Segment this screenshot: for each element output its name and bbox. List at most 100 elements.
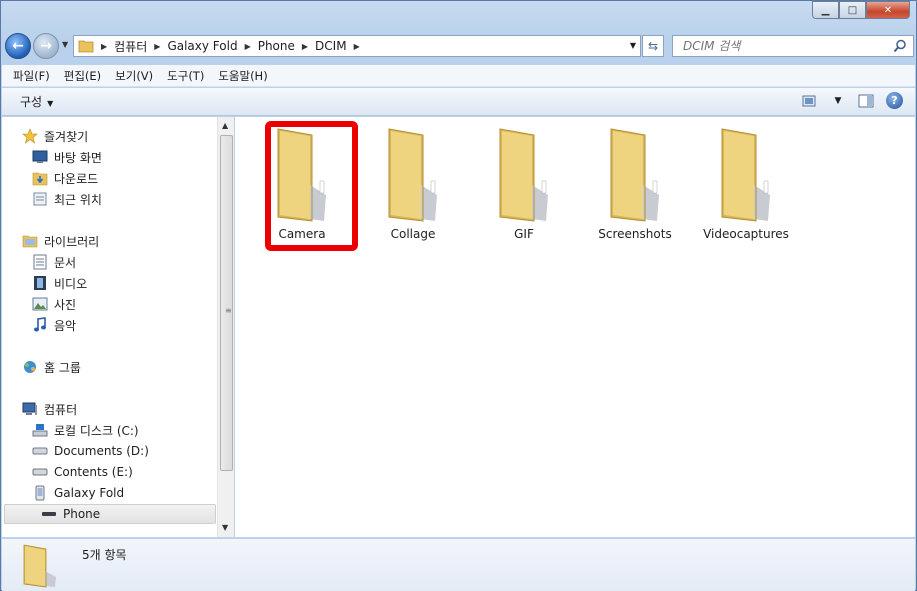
scroll-down-icon[interactable]: ▼ [222, 523, 228, 532]
preview-pane-icon[interactable] [858, 93, 874, 109]
forward-button[interactable]: → [33, 33, 59, 59]
sidebar-homegroup[interactable]: 홈 그룹 [22, 357, 81, 377]
refresh-icon: ⇆ [647, 39, 659, 53]
folder-icon [610, 128, 659, 222]
explorer-window: ▁ □ ✕ ← → ▼ ▶ 컴퓨터 ▶ Galaxy Fold ▶ Phone … [0, 0, 917, 591]
search-input[interactable] [681, 38, 881, 54]
sidebar-item-label: 사진 [54, 297, 77, 312]
address-bar[interactable]: ▶ 컴퓨터 ▶ Galaxy Fold ▶ Phone ▶ DCIM ▶ ▼ [73, 35, 641, 57]
menu-edit[interactable]: 편집(E) [57, 68, 108, 84]
search-icon[interactable] [893, 39, 907, 53]
sidebar-item-label: 다운로드 [54, 171, 99, 186]
sidebar-libraries-label: 라이브러리 [44, 234, 100, 249]
file-list[interactable]: Camera Collage GIF Screenshots Videocapt… [235, 117, 915, 537]
menu-bar: 파일(F) 편집(E) 보기(V) 도구(T) 도움말(H) [2, 65, 915, 87]
breadcrumb-separator[interactable]: ▶ [354, 42, 360, 51]
sidebar-item-label: 바탕 화면 [54, 150, 102, 165]
sidebar-item-label: 로컬 디스크 (C:) [54, 423, 139, 438]
drive-icon [32, 443, 48, 459]
sidebar-item-local-disk-c[interactable]: 로컬 디스크 (C:) [32, 420, 139, 440]
search-box[interactable] [672, 35, 914, 57]
folder-label: GIF [514, 227, 534, 241]
organize-label: 구성 [20, 95, 43, 109]
refresh-button[interactable]: ⇆ [642, 35, 664, 57]
sidebar-favorites-label: 즐겨찾기 [44, 129, 89, 144]
folder-icon [78, 40, 94, 53]
breadcrumb-computer[interactable]: 컴퓨터 [114, 38, 147, 55]
storage-icon [41, 506, 57, 522]
sidebar-item-phone[interactable]: Phone [4, 504, 216, 524]
libraries-icon [22, 233, 38, 249]
folder-label: Videocaptures [703, 227, 789, 241]
menu-view[interactable]: 보기(V) [108, 68, 160, 84]
sidebar-item-label: 비디오 [54, 276, 88, 291]
mobile-device-icon [32, 485, 48, 501]
breadcrumb-separator[interactable]: ▶ [154, 42, 160, 51]
scrollbar-thumb[interactable]: ≡ [220, 135, 233, 471]
breadcrumb-separator[interactable]: ▶ [245, 42, 251, 51]
window-controls: ▁ □ ✕ [812, 1, 910, 19]
downloads-folder-icon [32, 170, 48, 186]
sidebar-homegroup-label: 홈 그룹 [44, 360, 81, 375]
sidebar-item-contents-e[interactable]: Contents (E:) [32, 462, 133, 482]
folder-videocaptures[interactable]: Videocaptures [696, 123, 796, 243]
folder-icon [721, 128, 770, 222]
sidebar-item-downloads[interactable]: 다운로드 [32, 168, 98, 188]
change-view-icon[interactable] [802, 93, 818, 109]
computer-icon [22, 401, 38, 417]
picture-icon [32, 296, 48, 312]
navigation-bar: ← → ▼ ▶ 컴퓨터 ▶ Galaxy Fold ▶ Phone ▶ DCIM… [5, 31, 914, 61]
sidebar-item-videos[interactable]: 비디오 [32, 273, 87, 293]
breadcrumb-separator[interactable]: ▶ [302, 42, 308, 51]
organize-button[interactable]: 구성 ▼ [20, 93, 53, 110]
maximize-button[interactable]: □ [839, 1, 866, 19]
sidebar-item-label: 문서 [54, 255, 77, 270]
folder-icon [23, 544, 56, 588]
document-icon [32, 254, 48, 270]
sidebar-item-documents-d[interactable]: Documents (D:) [32, 441, 149, 461]
sidebar-libraries[interactable]: 라이브러리 [22, 231, 99, 251]
sidebar-computer[interactable]: 컴퓨터 [22, 399, 77, 419]
scroll-up-icon[interactable]: ▲ [222, 121, 228, 130]
star-icon [22, 128, 38, 144]
command-toolbar: 구성 ▼ ▼ ? [2, 88, 915, 116]
folder-icon [388, 128, 437, 222]
help-icon[interactable]: ? [886, 92, 903, 109]
sidebar-favorites[interactable]: 즐겨찾기 [22, 126, 88, 146]
breadcrumb-separator[interactable]: ▶ [101, 42, 107, 51]
breadcrumb-dcim[interactable]: DCIM [315, 39, 347, 53]
sidebar-item-documents[interactable]: 문서 [32, 252, 76, 272]
sidebar-item-recent-places[interactable]: 최근 위치 [32, 189, 102, 209]
address-dropdown-icon[interactable]: ▼ [630, 41, 636, 50]
sidebar-item-label: Phone [63, 507, 101, 521]
folder-label: Camera [278, 227, 326, 241]
film-icon [32, 275, 48, 291]
menu-help[interactable]: 도움말(H) [211, 68, 274, 84]
breadcrumb-galaxy-fold[interactable]: Galaxy Fold [167, 39, 237, 53]
folder-gif[interactable]: GIF [474, 123, 574, 243]
sidebar-item-label: Documents (D:) [54, 444, 149, 458]
back-button[interactable]: ← [5, 33, 31, 59]
recent-pages-dropdown-icon[interactable]: ▼ [62, 40, 68, 49]
folder-camera[interactable]: Camera [252, 121, 358, 251]
sidebar-item-pictures[interactable]: 사진 [32, 294, 76, 314]
folder-icon [499, 128, 548, 222]
folder-screenshots[interactable]: Screenshots [585, 123, 685, 243]
homegroup-icon [22, 359, 38, 375]
sidebar-scrollbar[interactable]: ▲ ≡ ▼ [217, 117, 234, 537]
close-button[interactable]: ✕ [866, 1, 910, 19]
folder-collage[interactable]: Collage [363, 123, 463, 243]
sidebar-item-galaxy-fold[interactable]: Galaxy Fold [32, 483, 124, 503]
menu-file[interactable]: 파일(F) [6, 68, 57, 84]
menu-tools[interactable]: 도구(T) [160, 68, 211, 84]
view-options-dropdown-icon[interactable]: ▼ [830, 93, 846, 109]
breadcrumb-phone[interactable]: Phone [258, 39, 295, 53]
desktop-icon [32, 149, 48, 165]
sidebar-item-label: Contents (E:) [54, 465, 133, 479]
sidebar-item-music[interactable]: 음악 [32, 315, 76, 335]
drive-icon [32, 464, 48, 480]
folder-label: Screenshots [598, 227, 672, 241]
folder-label: Collage [390, 227, 436, 241]
minimize-button[interactable]: ▁ [812, 1, 839, 19]
sidebar-item-desktop[interactable]: 바탕 화면 [32, 147, 102, 167]
